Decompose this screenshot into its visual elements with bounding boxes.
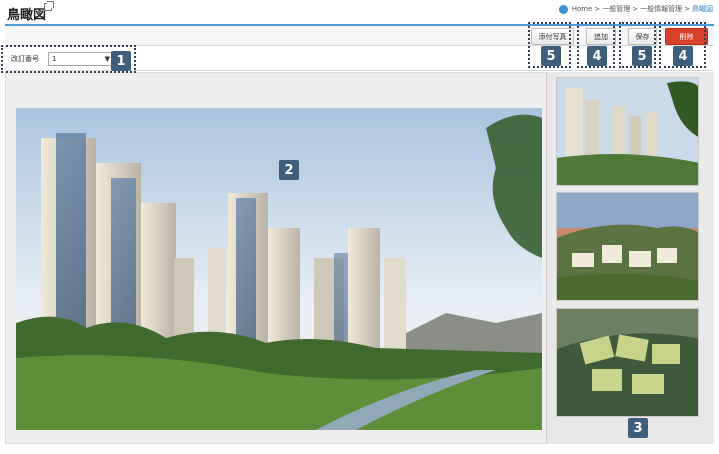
home-icon[interactable] bbox=[558, 4, 568, 14]
breadcrumb-level1[interactable]: 一般管理 bbox=[602, 4, 630, 14]
marker-2: 2 bbox=[279, 160, 299, 180]
breadcrumb-separator: > bbox=[594, 5, 601, 13]
thumbnail-image[interactable] bbox=[556, 77, 699, 186]
thumbnail-image[interactable] bbox=[556, 308, 699, 417]
thumbnail-illustration bbox=[557, 309, 698, 416]
marker-5: 5 bbox=[541, 46, 561, 66]
external-link-icon[interactable] bbox=[44, 1, 54, 11]
breadcrumb-separator: > bbox=[632, 5, 639, 13]
breadcrumb: Home > 一般管理 > 一般情報管理 > 鳥瞰図 bbox=[558, 4, 713, 14]
thumbnail-image[interactable] bbox=[556, 192, 699, 301]
main-birdseye-image bbox=[16, 108, 542, 430]
thumbnail-illustration bbox=[557, 193, 698, 300]
main-image-illustration bbox=[16, 108, 542, 430]
marker-4: 4 bbox=[587, 46, 607, 66]
breadcrumb-home[interactable]: Home bbox=[572, 5, 593, 13]
breadcrumb-separator: > bbox=[684, 5, 690, 13]
marker-5: 5 bbox=[632, 46, 652, 66]
marker-4: 4 bbox=[673, 46, 693, 66]
marker-3: 3 bbox=[628, 418, 648, 438]
breadcrumb-current: 鳥瞰図 bbox=[692, 5, 713, 13]
thumbnail-illustration bbox=[557, 78, 698, 185]
page-title: 鳥瞰図 bbox=[7, 8, 47, 23]
marker-1: 1 bbox=[111, 51, 131, 71]
breadcrumb-level2[interactable]: 一般情報管理 bbox=[640, 4, 682, 14]
